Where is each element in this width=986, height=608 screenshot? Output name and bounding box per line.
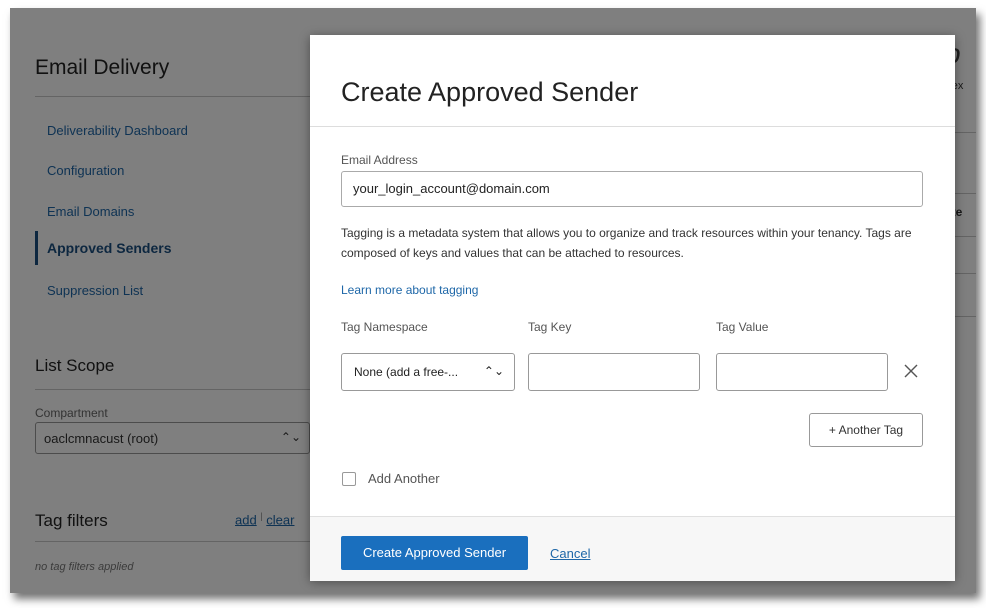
cancel-link[interactable]: Cancel: [550, 546, 590, 561]
tag-namespace-label: Tag Namespace: [341, 320, 428, 334]
email-address-input[interactable]: your_login_account@domain.com: [341, 171, 923, 207]
remove-tag-icon[interactable]: [900, 360, 922, 382]
tag-value-input[interactable]: [716, 353, 888, 391]
learn-more-tagging-link[interactable]: Learn more about tagging: [341, 283, 478, 297]
screenshot-frame: Email Delivery Deliverability Dashboard …: [10, 8, 976, 593]
dialog-title: Create Approved Sender: [341, 77, 639, 107]
another-tag-button[interactable]: + Another Tag: [809, 413, 923, 447]
select-arrows-icon: ⌃⌄: [483, 364, 504, 378]
tagging-description: Tagging is a metadata system that allows…: [341, 226, 912, 260]
tag-namespace-value: None (add a free-...: [354, 365, 459, 379]
add-another-checkbox[interactable]: [342, 472, 356, 486]
tag-namespace-select[interactable]: None (add a free-... ⌃⌄: [341, 353, 515, 391]
tag-value-label: Tag Value: [716, 320, 769, 334]
create-approved-sender-dialog: Create Approved Sender Email Address you…: [310, 35, 955, 581]
tag-key-label: Tag Key: [528, 320, 572, 334]
tag-key-input[interactable]: [528, 353, 700, 391]
email-address-label: Email Address: [341, 153, 418, 167]
add-another-label: Add Another: [368, 471, 440, 486]
create-approved-sender-button[interactable]: Create Approved Sender: [341, 536, 528, 570]
divider: [310, 126, 955, 127]
